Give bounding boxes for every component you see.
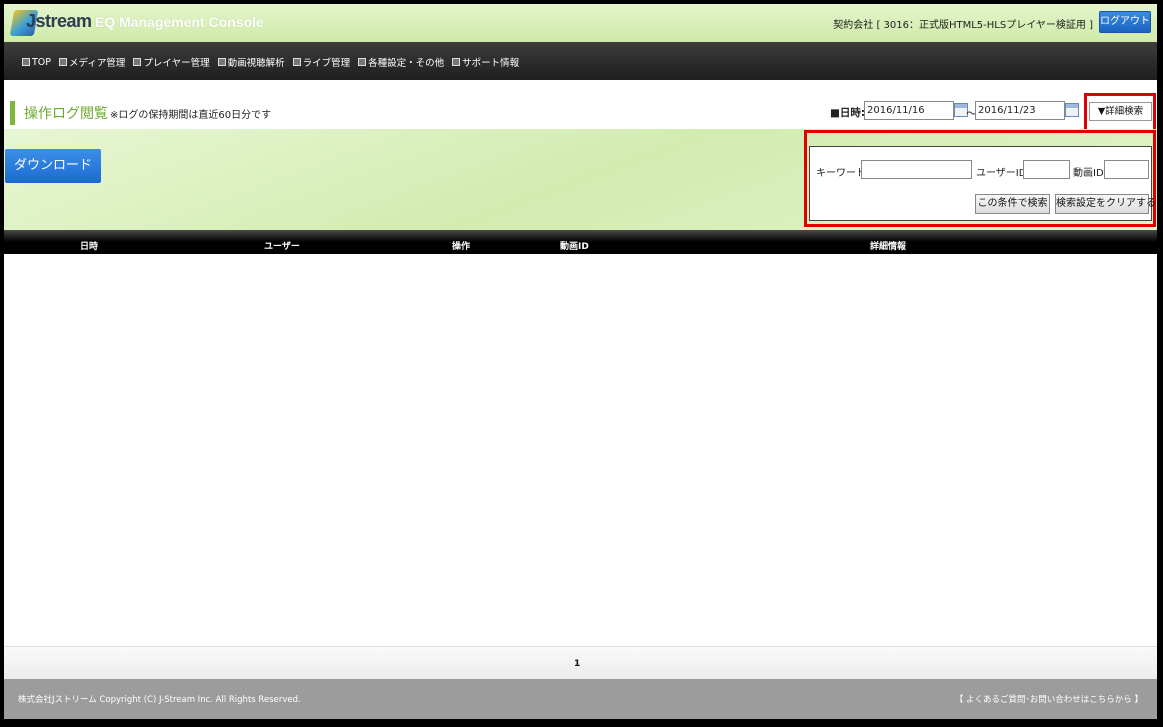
menu-bullet-icon [59,58,68,66]
date-filter-label: ■日時: [830,107,866,119]
nav-item-label: サポート情報 [462,58,520,69]
column-header-user[interactable]: ユーザー [264,239,300,252]
pagination: 1 [4,646,1157,679]
nav-item-top[interactable]: TOP [22,55,51,69]
page-title: 操作ログ閲覧 [24,106,108,122]
app-window: Jstream EQ Management Console 契約会社 [ 301… [4,4,1157,719]
date-to-input[interactable] [975,101,1065,120]
logo-text: Jstream [26,11,92,31]
download-button[interactable]: ダウンロード [5,149,101,183]
menu-bullet-icon [133,58,142,66]
column-header-operation[interactable]: 操作 [452,239,470,252]
search-button[interactable]: この条件で検索 [975,194,1050,214]
user-id-label: ユーザーID: [976,168,1030,179]
advanced-search-panel: キーワード: ユーザーID: 動画ID: この条件で検索 検索設定をクリアする [809,146,1156,221]
log-table-body [4,254,1157,646]
video-id-input[interactable] [1104,160,1149,179]
nav-item-label: 各種設定・その他 [368,58,445,69]
column-header-datetime[interactable]: 日時 [80,239,98,252]
nav-item-analytics[interactable]: 動画視聴解析 [217,55,285,69]
nav-item-label: TOP [32,56,52,68]
retention-note: ※ログの保持期間は直近60日分です [110,110,272,121]
jstream-logo[interactable]: Jstream [9,10,92,36]
app-header: Jstream EQ Management Console 契約会社 [ 301… [4,4,1157,42]
nav-item-player[interactable]: プレイヤー管理 [133,55,210,69]
title-accent-bar [10,101,15,125]
console-title: EQ Management Console [95,14,264,30]
column-header-video-id[interactable]: 動画ID [560,239,589,252]
nav-item-media[interactable]: メディア管理 [59,55,125,69]
date-from-input[interactable] [864,101,954,120]
nav-item-settings[interactable]: 各種設定・その他 [358,55,444,69]
user-id-input[interactable] [1023,160,1070,179]
app-footer: 株式会社Jストリーム Copyright (C) J-Stream Inc. A… [4,679,1157,719]
page-number-current[interactable]: 1 [574,659,580,669]
menu-bullet-icon [452,58,461,66]
main-nav: TOP メディア管理 プレイヤー管理 動画視聴解析 ライブ管理 各種設定・その他… [4,42,1157,80]
log-table-header: 日時 ユーザー 操作 動画ID 詳細情報 [4,230,1157,254]
page-title-bar: 操作ログ閲覧 ※ログの保持期間は直近60日分です ■日時: ～ [4,95,1157,129]
logout-button[interactable]: ログアウト [1099,11,1151,33]
nav-item-support[interactable]: サポート情報 [452,55,519,69]
menu-bullet-icon [22,58,30,66]
nav-item-label: プレイヤー管理 [143,58,210,69]
clear-search-button[interactable]: 検索設定をクリアする [1055,194,1156,214]
video-id-label: 動画ID: [1073,168,1108,179]
calendar-icon[interactable] [1065,103,1079,117]
nav-item-label: 動画視聴解析 [227,58,285,69]
faq-contact-link[interactable]: 【 よくあるご質問･お問い合わせはこちらから 】 [955,693,1143,705]
nav-item-label: メディア管理 [69,58,126,69]
copyright-text: 株式会社Jストリーム Copyright (C) J-Stream Inc. A… [18,695,301,705]
advanced-search-button[interactable]: ▼詳細検索 [1089,102,1152,121]
column-header-details[interactable]: 詳細情報 [870,239,906,252]
nav-item-label: ライブ管理 [302,58,351,69]
menu-bullet-icon [292,58,301,66]
keyword-input[interactable] [861,160,972,179]
menu-bullet-icon [217,58,226,66]
nav-item-live[interactable]: ライブ管理 [292,55,351,69]
contract-info: 契約会社 [ 3016：正式版HTML5-HLSプレイヤー検証用 ] [833,20,1093,31]
menu-bullet-icon [358,58,367,66]
